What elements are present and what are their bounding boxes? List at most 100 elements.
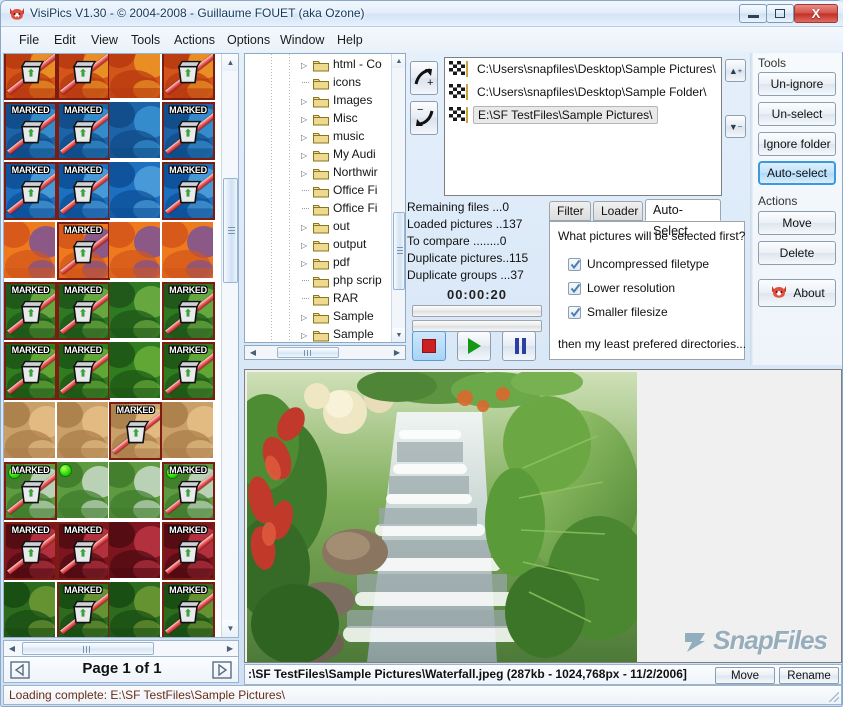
thumbnail[interactable] bbox=[109, 102, 160, 158]
thumbnail-marked[interactable]: MARKED bbox=[4, 342, 57, 400]
thumbnail[interactable] bbox=[109, 462, 160, 518]
thumbnail-horizontal-scrollbar[interactable]: ◀ ▶ bbox=[3, 640, 239, 657]
thumbnail[interactable] bbox=[4, 222, 55, 278]
thumbnail-marked[interactable]: MARKED bbox=[162, 102, 215, 160]
scrollbar-thumb[interactable] bbox=[223, 178, 238, 283]
chevron-right-icon[interactable]: ▷ bbox=[301, 223, 310, 232]
thumbnail-marked[interactable]: MARKED bbox=[162, 462, 215, 520]
thumbnail-group-row[interactable]: MARKEDMARKED bbox=[4, 582, 215, 638]
thumbnail-group-row[interactable]: MARKEDMARKEDMARKED bbox=[4, 162, 215, 220]
tree-item[interactable]: ▷Misc bbox=[245, 110, 393, 128]
thumbnail-marked[interactable]: MARKED bbox=[57, 282, 110, 340]
thumbnail-marked[interactable]: MARKED bbox=[4, 282, 57, 340]
thumbnail[interactable] bbox=[109, 162, 160, 218]
remove-folder-button[interactable]: − bbox=[410, 101, 438, 135]
page-next-icon[interactable] bbox=[211, 660, 233, 680]
minimize-button[interactable] bbox=[739, 4, 767, 23]
thumbnail-marked[interactable]: MARKED bbox=[162, 53, 215, 100]
move-down-icon[interactable]: ▼− bbox=[725, 115, 746, 138]
tree-item[interactable]: php scrip bbox=[245, 272, 393, 290]
thumbnail-group-row[interactable]: MARKEDMARKED bbox=[4, 462, 215, 520]
tab-loader[interactable]: Loader bbox=[593, 201, 643, 221]
image-preview[interactable]: SnapFiles bbox=[244, 369, 842, 663]
tree-item[interactable]: ▷Sample bbox=[245, 326, 393, 343]
thumbnail-marked[interactable]: MARKED bbox=[57, 102, 110, 160]
tab-filter[interactable]: Filter bbox=[549, 201, 591, 221]
thumbnail[interactable] bbox=[57, 402, 108, 458]
thumbnail-group-row[interactable]: MARKEDMARKEDMARKED bbox=[4, 53, 215, 100]
scroll-left-icon[interactable]: ◀ bbox=[4, 641, 20, 656]
thumbnail-marked[interactable]: MARKED bbox=[4, 522, 57, 580]
hscrollbar-thumb[interactable] bbox=[22, 642, 154, 655]
menu-options[interactable]: Options bbox=[221, 31, 276, 49]
tree-item[interactable]: ▷My Audi bbox=[245, 146, 393, 164]
checkbox-checked-icon[interactable] bbox=[568, 306, 581, 319]
thumbnail[interactable] bbox=[109, 582, 160, 638]
checkbox-checked-icon[interactable] bbox=[568, 282, 581, 295]
tree-scroll-down-icon[interactable]: ▼ bbox=[392, 328, 406, 342]
tab-auto-select[interactable]: Auto-Select bbox=[645, 199, 721, 221]
thumbnail[interactable] bbox=[4, 402, 55, 458]
scroll-right-icon[interactable]: ▶ bbox=[222, 641, 238, 656]
move-button[interactable]: Move bbox=[758, 211, 836, 235]
tree-scrollbar-thumb[interactable] bbox=[393, 212, 405, 290]
resize-grip-icon[interactable] bbox=[829, 692, 839, 702]
tree-item[interactable]: ▷Sample bbox=[245, 308, 393, 326]
thumbnail[interactable] bbox=[109, 522, 160, 578]
move-up-icon[interactable]: ▲+ bbox=[725, 59, 746, 82]
add-folder-button[interactable]: + bbox=[410, 61, 438, 95]
path-list-item[interactable]: E:\SF TestFiles\Sample Pictures\ bbox=[445, 104, 721, 127]
tree-item[interactable]: RAR bbox=[245, 290, 393, 308]
tree-item[interactable]: ▷out bbox=[245, 218, 393, 236]
play-button[interactable] bbox=[457, 331, 491, 361]
thumbnail[interactable] bbox=[57, 462, 108, 518]
pause-button[interactable] bbox=[502, 331, 536, 361]
thumbnail-group-row[interactable]: MARKED bbox=[4, 222, 215, 280]
thumbnail-vertical-scrollbar[interactable]: ▲ ▼ bbox=[221, 54, 238, 637]
tree-hscrollbar-thumb[interactable] bbox=[277, 347, 339, 358]
duplicate-thumbnail-grid[interactable]: MARKEDMARKEDMARKEDMARKEDMARKEDMARKEDMARK… bbox=[3, 53, 239, 638]
ignore-folder-button[interactable]: Ignore folder bbox=[758, 132, 836, 156]
tree-item[interactable]: ▷html - Co bbox=[245, 56, 393, 74]
file-rename-button[interactable]: Rename bbox=[779, 667, 839, 684]
thumbnail-marked[interactable]: MARKED bbox=[57, 342, 110, 400]
maximize-button[interactable] bbox=[766, 4, 794, 23]
thumbnail-marked[interactable]: MARKED bbox=[57, 522, 110, 580]
chevron-right-icon[interactable]: ▷ bbox=[301, 259, 310, 268]
thumbnail-marked[interactable]: MARKED bbox=[162, 582, 215, 638]
thumbnail-marked[interactable]: MARKED bbox=[4, 53, 57, 100]
thumbnail[interactable] bbox=[162, 402, 213, 458]
thumbnail-marked[interactable]: MARKED bbox=[4, 162, 57, 220]
thumbnail-marked[interactable]: MARKED bbox=[162, 162, 215, 220]
menu-view[interactable]: View bbox=[85, 31, 124, 49]
chevron-right-icon[interactable]: ▷ bbox=[301, 331, 310, 340]
thumbnail-marked[interactable]: MARKED bbox=[4, 102, 57, 160]
tree-horizontal-scrollbar[interactable]: ◀ ▶ bbox=[244, 345, 406, 360]
thumbnail-group-row[interactable]: MARKEDMARKEDMARKED bbox=[4, 102, 215, 160]
thumbnail-marked[interactable]: MARKED bbox=[162, 522, 215, 580]
path-list-item[interactable]: C:\Users\snapfiles\Desktop\Sample Pictur… bbox=[445, 58, 721, 81]
tree-item[interactable]: ▷Images bbox=[245, 92, 393, 110]
thumbnail[interactable] bbox=[109, 282, 160, 338]
menu-file[interactable]: File bbox=[13, 31, 45, 49]
thumbnail-group-row[interactable]: MARKEDMARKEDMARKED bbox=[4, 282, 215, 340]
un-select-button[interactable]: Un-select bbox=[758, 102, 836, 126]
tree-scroll-right-icon[interactable]: ▶ bbox=[389, 346, 405, 359]
thumbnail-marked[interactable]: MARKED bbox=[162, 342, 215, 400]
tree-scroll-up-icon[interactable]: ▲ bbox=[392, 54, 406, 68]
tree-vertical-scrollbar[interactable]: ▲ ▼ bbox=[391, 54, 405, 342]
tree-item[interactable]: ▷pdf bbox=[245, 254, 393, 272]
chevron-right-icon[interactable]: ▷ bbox=[301, 241, 310, 250]
scan-path-list[interactable]: C:\Users\snapfiles\Desktop\Sample Pictur… bbox=[444, 57, 722, 196]
thumbnail[interactable] bbox=[162, 222, 213, 278]
chevron-right-icon[interactable]: ▷ bbox=[301, 151, 310, 160]
tree-scroll-left-icon[interactable]: ◀ bbox=[245, 346, 261, 359]
thumbnail[interactable] bbox=[4, 582, 55, 638]
tree-item[interactable]: Office Fi bbox=[245, 200, 393, 218]
menu-tools[interactable]: Tools bbox=[125, 31, 166, 49]
checkbox-checked-icon[interactable] bbox=[568, 258, 581, 271]
chevron-right-icon[interactable]: ▷ bbox=[301, 313, 310, 322]
delete-button[interactable]: Delete bbox=[758, 241, 836, 265]
un-ignore-button[interactable]: Un-ignore bbox=[758, 72, 836, 96]
folder-tree[interactable]: ▷html - Coicons▷Images▷Misc▷music▷My Aud… bbox=[244, 53, 406, 343]
